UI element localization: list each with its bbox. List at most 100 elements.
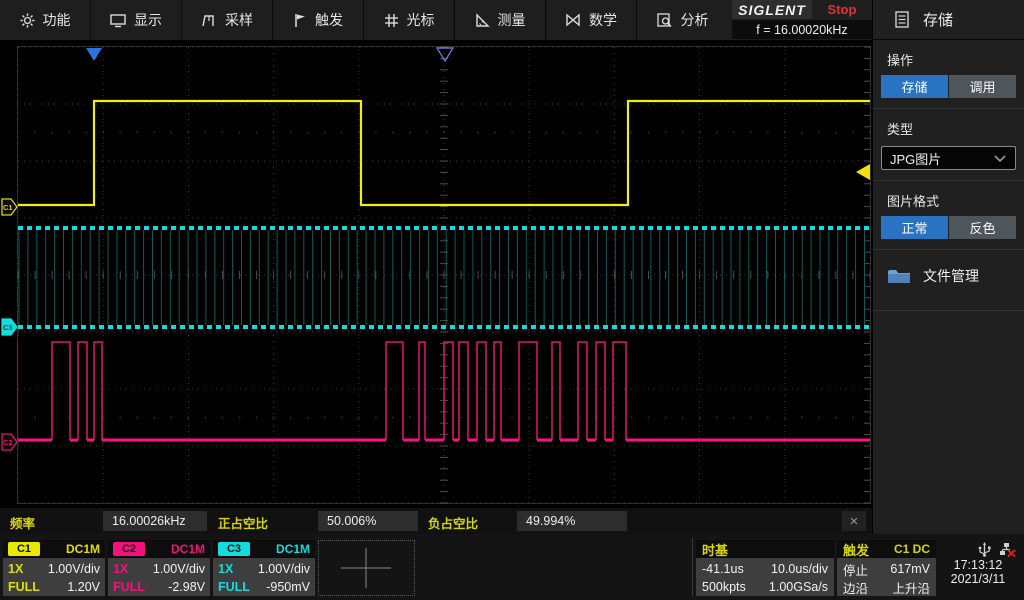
sidebar-title: 存储: [923, 9, 953, 30]
close-measurements-button[interactable]: ×: [842, 511, 866, 531]
grid-minor-dot: [716, 417, 718, 419]
run-state-badge: Stop: [812, 0, 872, 19]
format-invert-button[interactable]: 反色: [949, 216, 1016, 239]
menu-item-label: 数学: [589, 10, 617, 30]
grid-minor-dot: [545, 417, 547, 419]
grid-minor-dot: [358, 417, 360, 419]
channel-descriptor-c3[interactable]: C3 DC1M 1X1.00V/div FULL-950mV: [213, 540, 315, 596]
menu-item-measure[interactable]: 测量: [455, 0, 546, 40]
menu-item-cursors[interactable]: 光标: [364, 0, 455, 40]
grid-minor-dot: [665, 417, 667, 419]
menu-item-label: 采样: [225, 10, 253, 30]
grid-minor-dot: [767, 417, 769, 419]
grid-minor-dot: [869, 132, 871, 134]
grid-minor-dot: [137, 417, 139, 419]
menu-item-label: 测量: [498, 10, 526, 30]
flag-icon: [293, 13, 307, 28]
measurement-bar: 频率 16.00026kHz 正占空比 50.006% 负占空比 49.994%…: [0, 508, 872, 534]
empty-channel-slot[interactable]: [318, 540, 415, 596]
grid-minor-dot: [205, 132, 207, 134]
menu-item-label: 触发: [315, 10, 343, 30]
scale-c1: 1.00V/div: [48, 562, 100, 576]
trigger-position-marker[interactable]: [86, 48, 102, 61]
measurement-label-neg-duty: 负占空比: [428, 513, 478, 532]
grid-minor-dot: [597, 132, 599, 134]
grid-minor-dot: [835, 132, 837, 134]
grid-minor-dot: [307, 132, 309, 134]
atten-c2: 1X: [113, 562, 128, 576]
timebase-box[interactable]: 时基 -41.1us10.0us/div 500kpts1.00GSa/s: [696, 540, 834, 596]
grid-minor-dot: [119, 417, 121, 419]
file-type-select[interactable]: JPG图片: [881, 146, 1016, 170]
divider: [873, 310, 1024, 311]
offset-c1: 1.20V: [67, 580, 100, 594]
acquire-icon: [201, 13, 217, 28]
grid-minor-dot: [392, 132, 394, 134]
grid-minor-dot: [511, 417, 513, 419]
timebase-rate: 1.00GSa/s: [769, 580, 828, 594]
grid-minor-dot: [307, 417, 309, 419]
menu-item-math[interactable]: 数学: [546, 0, 637, 40]
save-button[interactable]: 存储: [881, 75, 948, 98]
grid-minor-dot: [102, 132, 104, 134]
grid-minor-dot: [682, 417, 684, 419]
grid-minor-dot: [273, 132, 275, 134]
menu-item-label: 分析: [681, 10, 709, 30]
file-manager-button[interactable]: 文件管理: [873, 250, 1024, 300]
chevron-down-icon: [993, 154, 1007, 163]
grid-minor-dot: [818, 417, 820, 419]
cursor-grid-icon: [384, 13, 399, 28]
grid-minor-dot: [171, 132, 173, 134]
grid-minor-dot: [51, 132, 53, 134]
menu-item-utility[interactable]: 功能: [0, 0, 91, 40]
waveform-display: C1C2C3: [0, 40, 872, 508]
grid-minor-dot: [443, 132, 445, 134]
grid-minor-dot: [256, 417, 258, 419]
offset-c3: -950mV: [266, 580, 310, 594]
menu-item-label: 显示: [134, 10, 162, 30]
status-clock: 17:13:12 2021/3/11: [938, 540, 1018, 596]
bottom-status-bar: C1 DC1M 1X1.00V/div FULL1.20V C2 DC1M 1X…: [0, 534, 1024, 600]
menu-item-analysis[interactable]: 分析: [637, 0, 728, 40]
grid-minor-dot: [563, 417, 565, 419]
timebase-scale: 10.0us/div: [771, 562, 828, 576]
scale-c2: 1.00V/div: [153, 562, 205, 576]
recall-button[interactable]: 调用: [949, 75, 1016, 98]
menu-item-display[interactable]: 显示: [91, 0, 182, 40]
grid-minor-dot: [375, 417, 377, 419]
grid-minor-dot: [597, 417, 599, 419]
display-icon: [110, 13, 126, 28]
channel-descriptor-c2[interactable]: C2 DC1M 1X1.00V/div FULL-2.98V: [108, 540, 210, 596]
menu-item-acquire[interactable]: 采样: [182, 0, 273, 40]
grid-minor-dot: [290, 417, 292, 419]
grid-minor-dot: [545, 132, 547, 134]
brand-block: SIGLENT Stop f = 16.00020kHz: [732, 0, 872, 40]
grid-minor-dot: [528, 417, 530, 419]
grid-minor-dot: [239, 417, 241, 419]
c2-trace-pulses: [52, 342, 626, 440]
grid-minor-dot: [801, 417, 803, 419]
trigger-level-marker[interactable]: [856, 164, 870, 180]
menu-item-label: 光标: [407, 10, 435, 30]
grid-minor-dot: [205, 417, 207, 419]
brand-logo: SIGLENT: [732, 0, 812, 19]
channel-descriptor-c1[interactable]: C1 DC1M 1X1.00V/div FULL1.20V: [3, 540, 105, 596]
status-date: 2021/3/11: [938, 572, 1018, 586]
grid-minor-dot: [68, 132, 70, 134]
operation-label: 操作: [873, 40, 1024, 75]
trigger-mode: 停止: [843, 560, 868, 579]
grid-minor-dot: [511, 132, 513, 134]
trigger-slope: 上升沿: [892, 578, 930, 597]
channel-badge-c3: C3: [218, 542, 250, 556]
grid-minor-dot: [119, 132, 121, 134]
grid-minor-dot: [392, 417, 394, 419]
grid-minor-dot: [154, 417, 156, 419]
format-normal-button[interactable]: 正常: [881, 216, 948, 239]
trigger-box[interactable]: 触发C1 DC 停止617mV 边沿上升沿: [837, 540, 936, 596]
menu-item-trigger[interactable]: 触发: [273, 0, 364, 40]
grid-minor-dot: [818, 132, 820, 134]
grid-minor-dot: [528, 132, 530, 134]
zero-delay-marker: [437, 48, 453, 61]
bandwidth-c1: FULL: [8, 580, 40, 594]
timebase-delay: -41.1us: [702, 562, 744, 576]
